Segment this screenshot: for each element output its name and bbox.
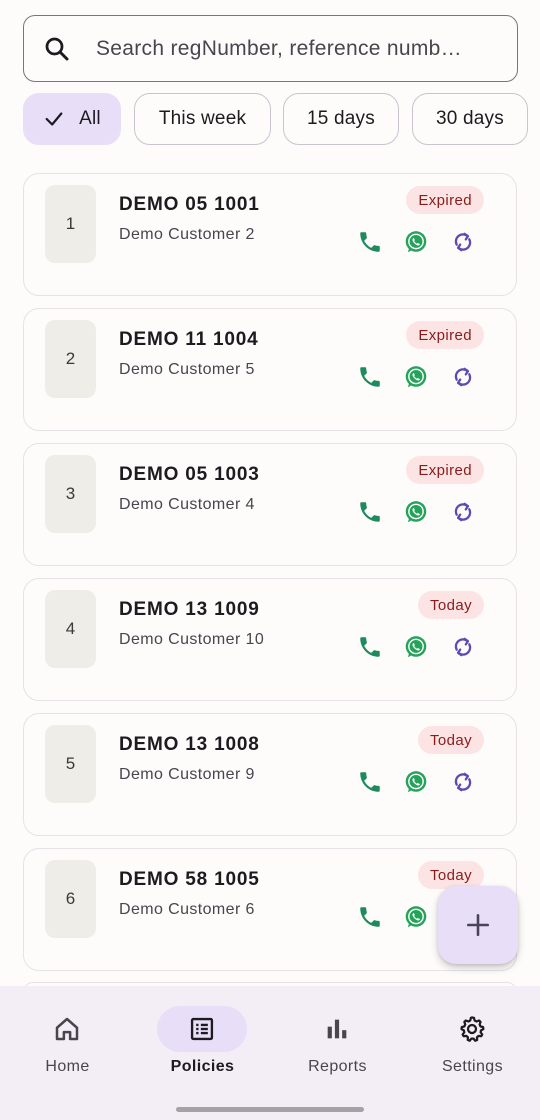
phone-icon[interactable] bbox=[357, 364, 383, 390]
search-bar[interactable]: Search regNumber, reference numb… bbox=[23, 15, 518, 82]
nav-label-settings: Settings bbox=[441, 1058, 503, 1075]
bottom-navigation: Home Policies Reports Settings bbox=[0, 986, 540, 1120]
policy-customer-name: Demo Customer 4 bbox=[119, 496, 255, 513]
policy-reg-number: DEMO 05 1003 bbox=[119, 464, 260, 485]
policy-index: 1 bbox=[45, 185, 96, 263]
nav-item-reports[interactable]: Reports bbox=[270, 1006, 405, 1086]
policy-card[interactable]: 4 DEMO 13 1009 Demo Customer 10 Today bbox=[23, 578, 517, 701]
nav-item-home[interactable]: Home bbox=[0, 1006, 135, 1086]
add-policy-button[interactable] bbox=[438, 886, 518, 964]
phone-icon[interactable] bbox=[357, 229, 383, 255]
policy-index: 3 bbox=[45, 455, 96, 533]
renew-icon[interactable] bbox=[450, 229, 476, 255]
nav-label-reports: Reports bbox=[308, 1058, 367, 1075]
policy-card[interactable]: 3 DEMO 05 1003 Demo Customer 4 Expired bbox=[23, 443, 517, 566]
phone-icon[interactable] bbox=[357, 499, 383, 525]
status-badge: Expired bbox=[406, 186, 484, 214]
whatsapp-icon[interactable] bbox=[403, 634, 429, 660]
bar-chart-icon bbox=[327, 1019, 347, 1039]
policy-card[interactable]: 5 DEMO 13 1008 Demo Customer 9 Today bbox=[23, 713, 517, 836]
search-icon bbox=[45, 37, 69, 60]
whatsapp-icon[interactable] bbox=[403, 499, 429, 525]
nav-item-policies[interactable]: Policies bbox=[135, 1006, 270, 1086]
filter-chip-this-week[interactable]: This week bbox=[134, 93, 271, 145]
policy-index: 5 bbox=[45, 725, 96, 803]
status-badge: Today bbox=[417, 726, 484, 754]
policy-reg-number: DEMO 13 1009 bbox=[119, 599, 260, 620]
filter-chip-15-days[interactable]: 15 days bbox=[283, 93, 399, 145]
plus-icon bbox=[466, 913, 490, 937]
nav-item-settings[interactable]: Settings bbox=[405, 1006, 540, 1086]
whatsapp-icon[interactable] bbox=[403, 904, 429, 930]
home-icon bbox=[55, 1017, 79, 1041]
filter-chips: All This week 15 days 30 days bbox=[23, 93, 540, 147]
policy-customer-name: Demo Customer 10 bbox=[119, 631, 265, 648]
filter-chip-label: 15 days bbox=[307, 108, 375, 129]
policy-reg-number: DEMO 11 1004 bbox=[119, 329, 259, 350]
nav-label-home: Home bbox=[45, 1058, 90, 1075]
policy-card[interactable]: 2 DEMO 11 1004 Demo Customer 5 Expired bbox=[23, 308, 517, 431]
filter-chip-label: All bbox=[79, 108, 101, 129]
policy-reg-number: DEMO 58 1005 bbox=[119, 869, 260, 890]
status-badge: Today bbox=[417, 591, 484, 619]
status-badge: Expired bbox=[406, 321, 484, 349]
check-icon bbox=[45, 112, 63, 126]
policy-customer-name: Demo Customer 9 bbox=[119, 766, 255, 783]
policy-index: 2 bbox=[45, 320, 96, 398]
policy-index: 4 bbox=[45, 590, 96, 668]
nav-label-policies: Policies bbox=[170, 1058, 235, 1075]
renew-icon[interactable] bbox=[450, 634, 476, 660]
whatsapp-icon[interactable] bbox=[403, 769, 429, 795]
policy-customer-name: Demo Customer 5 bbox=[119, 361, 255, 378]
status-badge: Expired bbox=[406, 456, 484, 484]
phone-icon[interactable] bbox=[357, 769, 383, 795]
search-input[interactable]: Search regNumber, reference numb… bbox=[96, 37, 496, 61]
filter-chip-label: 30 days bbox=[436, 108, 504, 129]
whatsapp-icon[interactable] bbox=[403, 364, 429, 390]
status-badge: Today bbox=[417, 861, 484, 889]
gesture-handle bbox=[176, 1107, 364, 1112]
filter-chip-label: This week bbox=[158, 108, 247, 129]
policy-card[interactable]: 1 DEMO 05 1001 Demo Customer 2 Expired bbox=[23, 173, 517, 296]
policy-customer-name: Demo Customer 2 bbox=[119, 226, 255, 243]
phone-icon[interactable] bbox=[357, 904, 383, 930]
filter-chip-30-days[interactable]: 30 days bbox=[412, 93, 528, 145]
policy-index: 6 bbox=[45, 860, 96, 938]
policy-reg-number: DEMO 13 1008 bbox=[119, 734, 260, 755]
list-alt-icon bbox=[190, 1017, 214, 1041]
policy-customer-name: Demo Customer 6 bbox=[119, 901, 255, 918]
gear-icon bbox=[460, 1016, 485, 1042]
renew-icon[interactable] bbox=[450, 499, 476, 525]
phone-icon[interactable] bbox=[357, 634, 383, 660]
renew-icon[interactable] bbox=[450, 364, 476, 390]
policy-reg-number: DEMO 05 1001 bbox=[119, 194, 260, 215]
filter-chip-all[interactable]: All bbox=[23, 93, 121, 145]
whatsapp-icon[interactable] bbox=[403, 229, 429, 255]
renew-icon[interactable] bbox=[450, 769, 476, 795]
